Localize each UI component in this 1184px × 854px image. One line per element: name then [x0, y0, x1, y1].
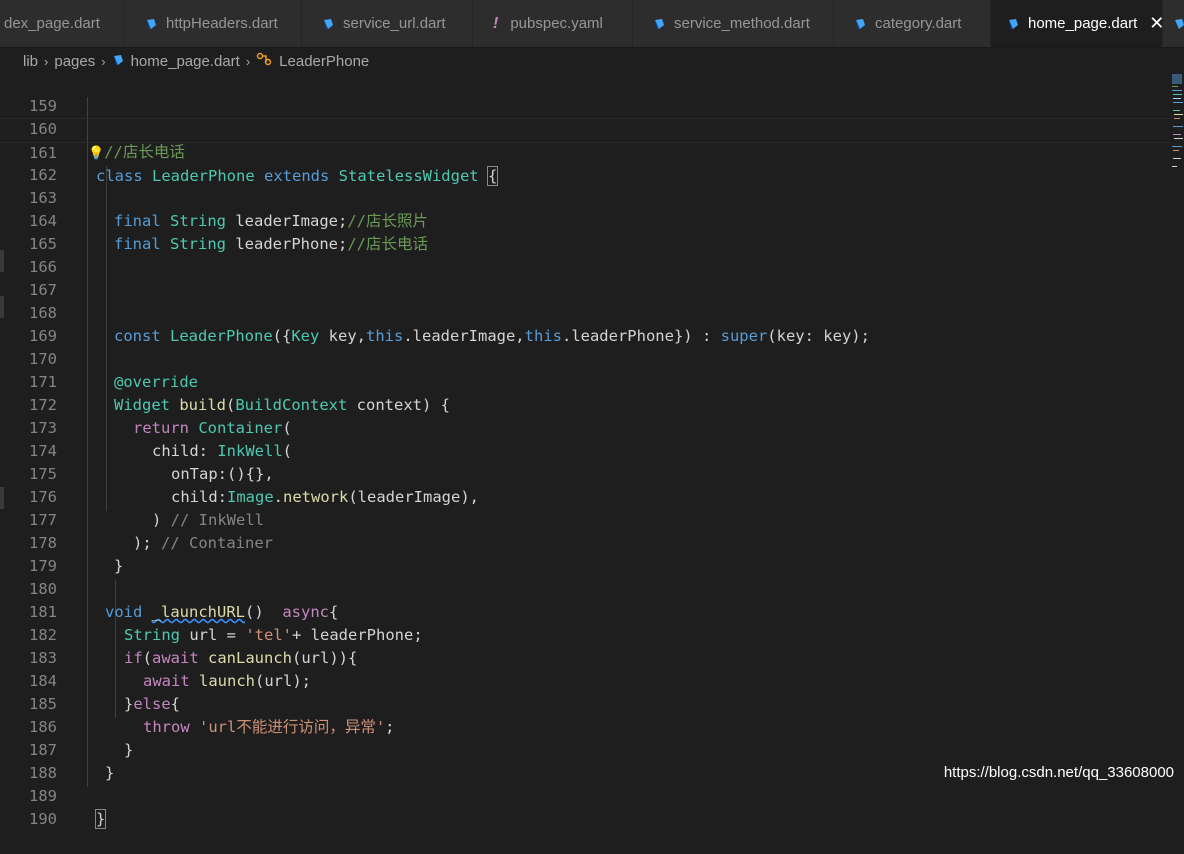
- chevron-right-icon: ›: [44, 53, 49, 69]
- code-line: 180 void _launchURL() async{: [0, 555, 1170, 621]
- code-line: 168 const LeaderPhone({Key key,this.lead…: [0, 279, 1170, 345]
- code-line: 164 final String leaderPhone;//店长电话: [0, 187, 1170, 253]
- code-line: 162: [0, 141, 1170, 184]
- code-line: 167: [0, 256, 1170, 299]
- code-line: 178 }: [0, 509, 1170, 575]
- code-line: 184 }else{: [0, 647, 1170, 713]
- code-line: 190: [0, 785, 1170, 828]
- tab-service-method[interactable]: service_method.dart: [633, 0, 834, 47]
- breadcrumb-symbol[interactable]: LeaderPhone: [279, 53, 369, 70]
- editor-tab-bar: dex_page.dart httpHeaders.dart service_u…: [0, 0, 1184, 48]
- dart-file-icon: [653, 18, 665, 30]
- tab-label: service_method.dart: [674, 15, 810, 32]
- code-line: 182 if(await canLaunch(url)){: [0, 601, 1170, 667]
- chevron-right-icon: ›: [245, 53, 251, 69]
- code-line: 176 ) // InkWell: [0, 463, 1170, 529]
- chevron-right-icon: ›: [101, 53, 106, 69]
- bracket: }: [94, 809, 107, 829]
- dart-file-icon: [854, 18, 866, 30]
- tab-label: dex_page.dart: [4, 15, 100, 32]
- code-line: 183 await launch(url);: [0, 624, 1170, 690]
- dart-file-icon: [322, 18, 334, 30]
- code-line: 181 String url = 'tel'+ leaderPhone;: [0, 578, 1170, 644]
- tab-label: httpHeaders.dart: [166, 15, 278, 32]
- code-line: 186 }: [0, 693, 1170, 759]
- tab-label: service_url.dart: [343, 15, 446, 32]
- minimap[interactable]: [1170, 74, 1184, 184]
- breadcrumb-pages[interactable]: pages: [54, 53, 95, 70]
- tab-label: home_page.dart: [1028, 15, 1138, 32]
- tab-index-page[interactable]: dex_page.dart: [0, 0, 125, 47]
- dart-file-icon: [1173, 18, 1184, 30]
- code-line: 172 return Container(: [0, 371, 1170, 437]
- code-line: 188: [0, 739, 1170, 782]
- code-line: 177 ); // Container: [0, 486, 1170, 552]
- tab-overflow[interactable]: [1163, 0, 1184, 47]
- dart-file-icon: [145, 18, 157, 30]
- code-line: 187 }: [0, 716, 1170, 782]
- code-line: 165: [0, 210, 1170, 253]
- code-line: 169: [0, 302, 1170, 345]
- code-line: 175 child:Image.network(leaderImage),: [0, 440, 1170, 506]
- yaml-file-icon: !: [493, 14, 499, 32]
- watermark: https://blog.csdn.net/qq_33608000: [943, 764, 1174, 781]
- code-line: 163 final String leaderImage;//店长照片: [0, 164, 1170, 230]
- tab-pubspec[interactable]: ! pubspec.yaml: [473, 0, 633, 47]
- breadcrumb-file[interactable]: home_page.dart: [131, 53, 240, 70]
- dart-file-icon: [1007, 18, 1019, 30]
- close-icon[interactable]: ✕: [1149, 13, 1162, 34]
- tab-label: pubspec.yaml: [510, 15, 603, 32]
- breadcrumb: lib › pages › home_page.dart › LeaderPho…: [0, 48, 1184, 74]
- dart-file-icon: [112, 53, 124, 70]
- code-line: 171 Widget build(BuildContext context) {: [0, 348, 1170, 414]
- breadcrumb-lib[interactable]: lib: [23, 53, 38, 70]
- tab-service-url[interactable]: service_url.dart: [302, 0, 473, 47]
- code-line: 179: [0, 532, 1170, 575]
- class-symbol-icon: [256, 52, 272, 70]
- code-line-current: 161 class LeaderPhone extends StatelessW…: [0, 118, 1170, 186]
- tab-category[interactable]: category.dart: [834, 0, 991, 47]
- tab-home-page[interactable]: home_page.dart ✕: [991, 0, 1163, 47]
- code-line: 159: [0, 72, 1170, 115]
- code-line: 185 throw 'url不能进行访问，异常';: [0, 670, 1170, 736]
- line-number: 190: [29, 810, 57, 828]
- tab-label: category.dart: [875, 15, 962, 32]
- code-line: 173 child: InkWell(: [0, 394, 1170, 460]
- code-line: 160 💡//店长电话: [0, 95, 1170, 161]
- code-line: 166: [0, 233, 1170, 276]
- code-line: 174 onTap:(){},: [0, 417, 1170, 483]
- code-line: 170 @override: [0, 325, 1170, 391]
- tab-http-headers[interactable]: httpHeaders.dart: [125, 0, 302, 47]
- code-editor[interactable]: 159 160 💡//店长电话 161 class LeaderPhone ex…: [0, 72, 1184, 829]
